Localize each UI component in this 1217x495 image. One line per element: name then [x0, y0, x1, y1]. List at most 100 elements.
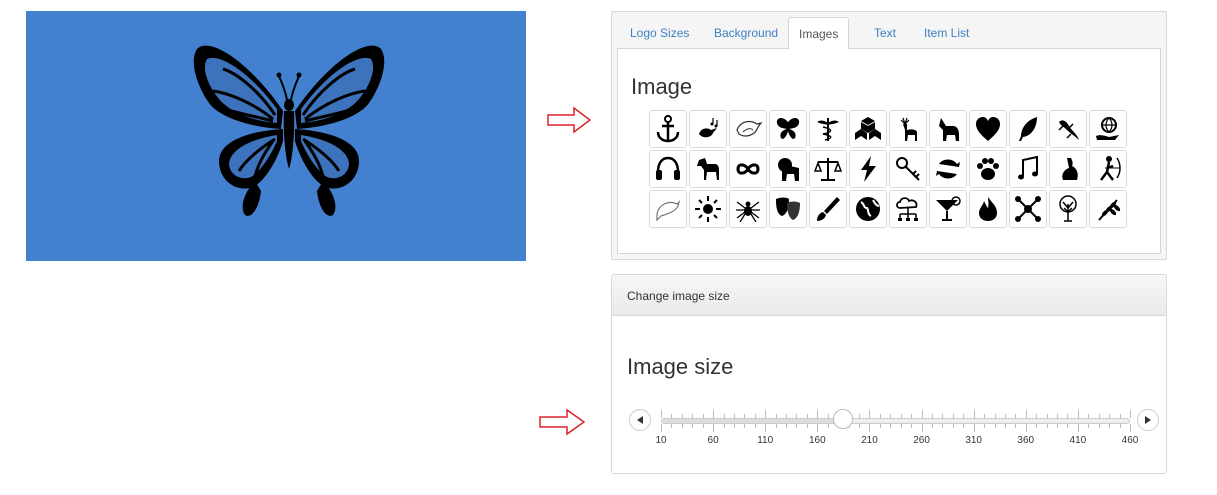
slider-tick — [963, 424, 965, 428]
butterfly-icon — [776, 117, 800, 139]
image-option-button[interactable] — [889, 110, 927, 148]
slider-tick — [1088, 424, 1090, 428]
slider-tick — [1057, 424, 1059, 428]
slider-tick — [1119, 414, 1121, 418]
image-option-button[interactable] — [929, 150, 967, 188]
image-option-button[interactable] — [729, 110, 767, 148]
image-option-button[interactable] — [649, 110, 687, 148]
slider-tick — [754, 414, 756, 418]
slider-tick — [713, 410, 715, 418]
slider-tick — [702, 424, 704, 428]
images-tab-content: Image — [617, 48, 1161, 254]
slider-decrease-button[interactable] — [629, 409, 651, 431]
earth-icon — [856, 197, 880, 221]
image-option-button[interactable] — [1049, 190, 1087, 228]
slider-tick — [869, 410, 871, 418]
slider-tick — [765, 424, 767, 432]
triangle-left-icon — [637, 416, 643, 424]
image-option-button[interactable] — [929, 110, 967, 148]
slider-tick — [796, 424, 798, 428]
tab-images[interactable]: Images — [788, 17, 850, 50]
image-option-button[interactable] — [649, 150, 687, 188]
slider-tick — [661, 424, 662, 432]
image-option-button[interactable] — [969, 150, 1007, 188]
slider-tick — [973, 424, 975, 432]
spider-icon — [736, 201, 760, 223]
image-option-button[interactable] — [769, 110, 807, 148]
slider-tick — [1088, 414, 1090, 418]
slider-tick — [931, 414, 933, 418]
tab-logo-sizes[interactable]: Logo Sizes — [620, 17, 699, 48]
slider-tick — [911, 414, 913, 418]
image-option-button[interactable] — [889, 190, 927, 228]
slider-tick-label: 310 — [965, 435, 982, 446]
image-option-button[interactable] — [849, 190, 887, 228]
tree-icon — [1059, 195, 1077, 222]
slider-tick — [869, 424, 871, 432]
tab-item-list[interactable]: Item List — [914, 17, 979, 48]
image-option-button[interactable] — [1089, 190, 1127, 228]
slider-tick — [754, 424, 756, 428]
image-size-slider-handle[interactable] — [833, 409, 854, 429]
image-option-button[interactable] — [1049, 110, 1087, 148]
image-option-button[interactable] — [729, 150, 767, 188]
slider-tick — [911, 424, 913, 428]
image-option-button[interactable] — [969, 190, 1007, 228]
image-option-button[interactable] — [809, 190, 847, 228]
slider-tick — [1046, 414, 1048, 418]
slider-tick-label: 210 — [861, 435, 878, 446]
paw-icon — [977, 158, 999, 180]
image-option-button[interactable] — [809, 110, 847, 148]
image-option-button[interactable] — [1089, 150, 1127, 188]
slider-tick — [817, 424, 819, 432]
slider-tick — [1025, 424, 1027, 432]
tab-text[interactable]: Text — [864, 17, 906, 48]
image-option-button[interactable] — [689, 190, 727, 228]
slider-tick — [806, 414, 808, 418]
infinity-icon — [736, 163, 760, 175]
slider-tick — [879, 424, 881, 428]
slider-tick — [681, 424, 683, 428]
slider-tick — [671, 424, 673, 428]
image-option-button[interactable] — [929, 190, 967, 228]
paintbrush-icon — [817, 197, 840, 221]
image-option-button[interactable] — [809, 150, 847, 188]
fish-circle-icon — [936, 159, 960, 179]
slider-tick — [692, 414, 694, 418]
slider-tick — [921, 424, 923, 432]
image-size-slider-track[interactable] — [661, 418, 1130, 424]
slider-tick — [994, 414, 996, 418]
image-option-button[interactable] — [1089, 110, 1127, 148]
image-option-button[interactable] — [689, 110, 727, 148]
image-option-button[interactable] — [729, 190, 767, 228]
image-option-button[interactable] — [689, 150, 727, 188]
image-option-button[interactable] — [649, 190, 687, 228]
slider-tick — [681, 414, 683, 418]
tab-background[interactable]: Background — [704, 17, 788, 48]
image-option-button[interactable] — [769, 150, 807, 188]
slider-tick — [827, 414, 829, 418]
slider-tick — [733, 414, 735, 418]
image-option-button[interactable] — [1049, 150, 1087, 188]
image-option-button[interactable] — [1009, 190, 1047, 228]
slider-tick — [1077, 410, 1079, 418]
image-option-button[interactable] — [849, 150, 887, 188]
image-option-button[interactable] — [849, 110, 887, 148]
cubes-icon — [855, 117, 881, 140]
anchor-icon — [656, 115, 680, 143]
image-option-button[interactable] — [969, 110, 1007, 148]
image-option-button[interactable] — [889, 150, 927, 188]
slider-tick — [733, 424, 735, 428]
slider-tick — [723, 424, 725, 428]
lizard-icon — [1058, 120, 1079, 140]
image-option-button[interactable] — [769, 190, 807, 228]
slider-tick — [702, 414, 704, 418]
slider-increase-button[interactable] — [1137, 409, 1159, 431]
image-option-button[interactable] — [1009, 110, 1047, 148]
slider-tick — [775, 414, 777, 418]
deer-icon — [900, 117, 917, 141]
image-option-button[interactable] — [1009, 150, 1047, 188]
slider-tick — [879, 414, 881, 418]
lightning-icon — [861, 156, 876, 182]
theater-masks-icon — [776, 197, 800, 220]
